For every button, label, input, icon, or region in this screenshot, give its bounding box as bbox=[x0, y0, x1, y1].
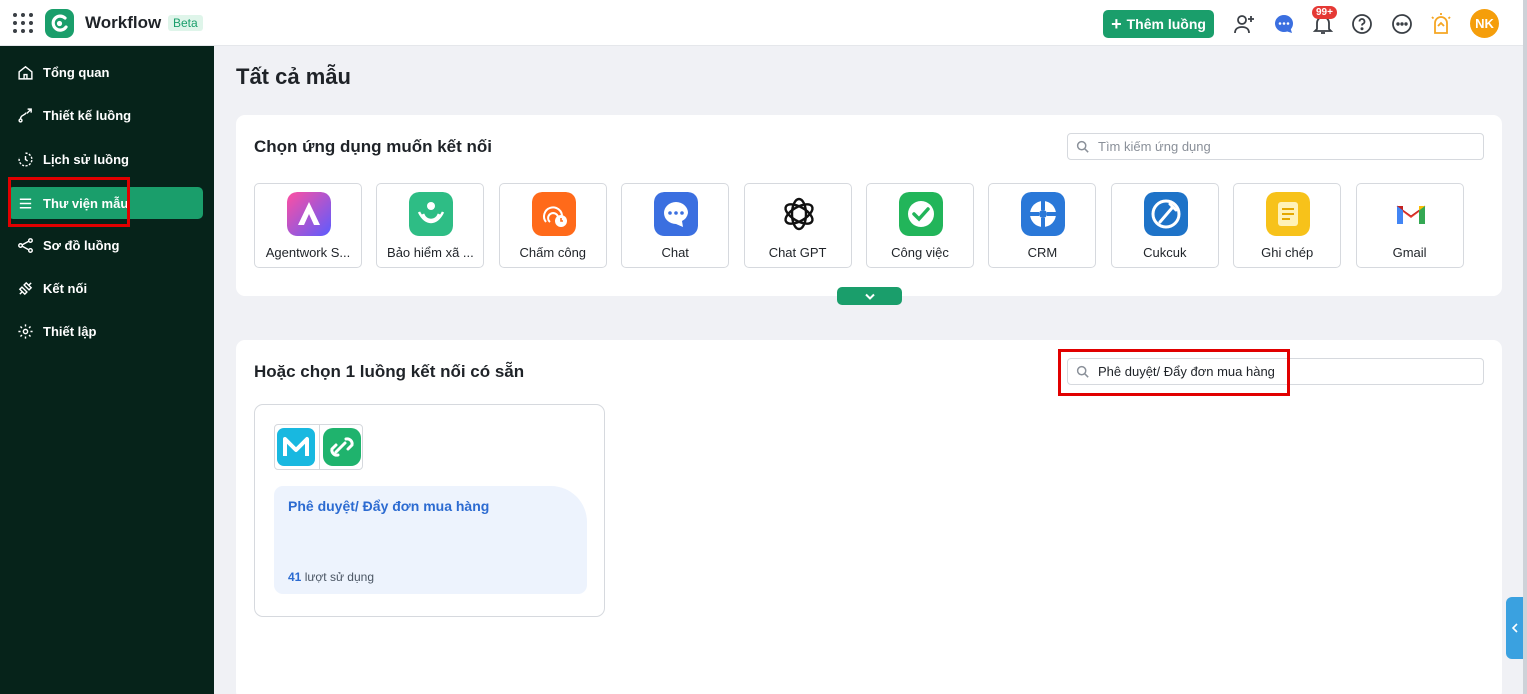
gmail-icon bbox=[1396, 205, 1425, 224]
scroll-edge bbox=[1523, 0, 1527, 694]
sidebar-item-label: Kết nối bbox=[43, 280, 88, 296]
lightbulb-icon[interactable] bbox=[1429, 12, 1453, 36]
cukcuk-icon bbox=[1143, 192, 1188, 236]
app-tile-label: Công việc bbox=[891, 245, 949, 260]
app-tile[interactable]: CRM bbox=[988, 183, 1097, 268]
timekeeping-icon bbox=[531, 192, 576, 236]
app-tile[interactable]: Chấm công bbox=[498, 183, 607, 268]
app-tile-label: CRM bbox=[1027, 245, 1058, 260]
app-tile[interactable]: Chat GPT bbox=[743, 183, 852, 268]
workflow-app-icon bbox=[323, 428, 361, 466]
chevron-down-icon bbox=[864, 293, 875, 300]
sidebar-item-connections[interactable]: Kết nối bbox=[8, 272, 203, 304]
app-tile[interactable]: Agentwork S... bbox=[254, 183, 362, 268]
app-tile-label: Gmail bbox=[1392, 245, 1427, 260]
app-tile-label: Chấm công bbox=[519, 245, 587, 260]
flow-template-card[interactable]: Phê duyệt/ Đẩy đơn mua hàng 41 lượt sử d… bbox=[254, 404, 605, 617]
highlight-template-library bbox=[8, 177, 130, 227]
app-title: Workflow bbox=[85, 13, 162, 32]
app-search-input[interactable] bbox=[1067, 133, 1484, 160]
chat-bubble-icon[interactable] bbox=[1272, 12, 1296, 36]
sidebar-item-label: Thiết kế luồng bbox=[43, 107, 132, 123]
diagram-icon bbox=[18, 237, 33, 253]
user-avatar[interactable]: NK bbox=[1470, 9, 1499, 38]
add-user-icon[interactable] bbox=[1232, 12, 1256, 36]
sidebar-item-flow-design[interactable]: Thiết kế luồng bbox=[8, 99, 203, 131]
more-icon[interactable] bbox=[1390, 12, 1414, 36]
gear-icon bbox=[18, 323, 33, 339]
app-tile-label: Chat bbox=[661, 245, 689, 260]
sidebar-item-label: Tổng quan bbox=[43, 64, 110, 80]
flow-usage-count: 41 bbox=[288, 570, 302, 584]
app-tile-label: Cukcuk bbox=[1143, 245, 1187, 260]
app-tile[interactable]: Công việc bbox=[866, 183, 974, 268]
chat-app-icon bbox=[654, 192, 699, 236]
workflow-logo-icon[interactable] bbox=[45, 9, 74, 38]
apps-grid-icon[interactable] bbox=[13, 13, 33, 33]
app-tile[interactable]: Gmail bbox=[1355, 183, 1464, 268]
notification-count-badge: 99+ bbox=[1312, 6, 1337, 19]
chatgpt-icon bbox=[783, 197, 814, 231]
app-pair bbox=[274, 424, 363, 470]
page-title: Tất cả mẫu bbox=[236, 64, 351, 89]
highlight-flow-search bbox=[1058, 349, 1290, 396]
app-tile-label: Agentwork S... bbox=[265, 245, 351, 260]
help-icon[interactable] bbox=[1350, 12, 1374, 36]
app-tile[interactable]: Chat bbox=[621, 183, 730, 268]
beta-badge: Beta bbox=[168, 15, 203, 31]
sidebar-item-label: Lịch sử luồng bbox=[43, 151, 129, 167]
pair-divider bbox=[319, 425, 320, 469]
app-tile-label: Ghi chép bbox=[1261, 245, 1314, 260]
app-tile-label: Chat GPT bbox=[768, 245, 827, 260]
search-icon bbox=[1076, 140, 1089, 153]
sidebar-item-overview[interactable]: Tổng quan bbox=[8, 56, 203, 88]
task-icon bbox=[899, 192, 943, 236]
app-tile[interactable]: Cukcuk bbox=[1110, 183, 1219, 268]
history-icon bbox=[18, 151, 33, 167]
flow-design-icon bbox=[18, 107, 32, 123]
crm-icon bbox=[1021, 192, 1066, 236]
sidebar-item-flow-history[interactable]: Lịch sử luồng bbox=[8, 143, 203, 175]
misa-m-icon bbox=[277, 428, 315, 466]
sidebar-item-flow-diagram[interactable]: Sơ đồ luồng bbox=[8, 229, 203, 261]
add-flow-button[interactable]: + Thêm luồng bbox=[1103, 10, 1214, 38]
sidebar-item-label: Sơ đồ luồng bbox=[43, 237, 120, 253]
top-bar: Workflow Beta + Thêm luồng 99+ NK bbox=[0, 0, 1527, 46]
app-tile-label: Bảo hiểm xã ... bbox=[387, 245, 474, 260]
insurance-icon bbox=[409, 192, 454, 236]
flow-title: Phê duyệt/ Đẩy đơn mua hàng bbox=[288, 498, 490, 514]
sidebar: Tổng quan Thiết kế luồng Lịch sử luồng T… bbox=[0, 46, 214, 694]
connect-icon bbox=[18, 281, 33, 295]
flow-usage: 41 lượt sử dụng bbox=[288, 570, 374, 584]
flow-info: Phê duyệt/ Đẩy đơn mua hàng 41 lượt sử d… bbox=[274, 486, 587, 594]
notes-icon bbox=[1266, 192, 1311, 236]
app-tile[interactable]: Ghi chép bbox=[1233, 183, 1342, 268]
app-tile[interactable]: Bảo hiểm xã ... bbox=[376, 183, 485, 268]
apps-section-title: Chọn ứng dụng muốn kết nối bbox=[254, 137, 492, 156]
home-icon bbox=[18, 65, 33, 80]
sidebar-item-settings[interactable]: Thiết lập bbox=[8, 315, 203, 347]
flow-usage-suffix: lượt sử dụng bbox=[304, 570, 375, 584]
expand-apps-button[interactable] bbox=[837, 287, 902, 305]
chevron-left-icon bbox=[1511, 623, 1518, 633]
agentwork-icon bbox=[287, 192, 331, 236]
sidebar-item-label: Thiết lập bbox=[43, 323, 97, 339]
plus-icon: + bbox=[1111, 14, 1122, 34]
add-flow-label: Thêm luồng bbox=[1126, 16, 1206, 32]
flows-section-title: Hoặc chọn 1 luồng kết nối có sẵn bbox=[254, 362, 525, 381]
